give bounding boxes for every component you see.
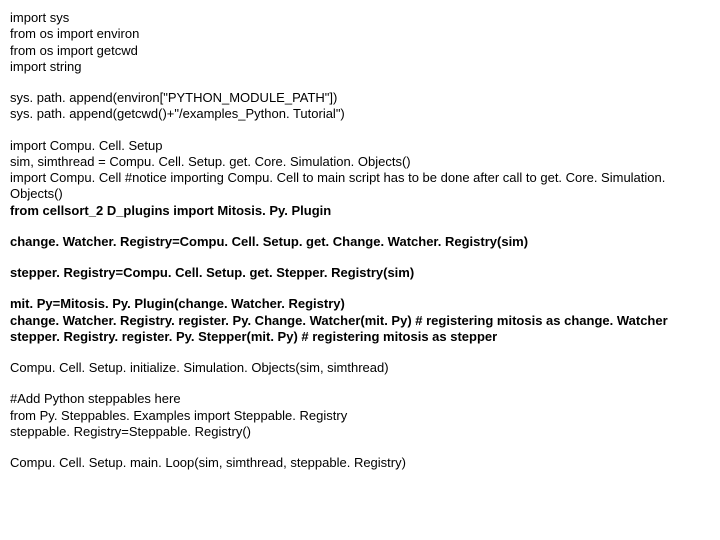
code-line: import string bbox=[10, 59, 710, 75]
code-line bbox=[10, 250, 710, 265]
code-line: #Add Python steppables here bbox=[10, 391, 710, 407]
code-line bbox=[10, 75, 710, 90]
code-line: from os import getcwd bbox=[10, 43, 710, 59]
code-line: stepper. Registry. register. Py. Stepper… bbox=[10, 329, 710, 345]
code-line: import Compu. Cell. Setup bbox=[10, 138, 710, 154]
code-line: import sys bbox=[10, 10, 710, 26]
code-line: Compu. Cell. Setup. main. Loop(sim, simt… bbox=[10, 455, 710, 471]
code-line bbox=[10, 281, 710, 296]
code-line: sim, simthread = Compu. Cell. Setup. get… bbox=[10, 154, 710, 170]
code-line bbox=[10, 345, 710, 360]
code-line bbox=[10, 376, 710, 391]
code-line: import Compu. Cell #notice importing Com… bbox=[10, 170, 710, 203]
code-line: steppable. Registry=Steppable. Registry(… bbox=[10, 424, 710, 440]
code-line: from Py. Steppables. Examples import Ste… bbox=[10, 408, 710, 424]
code-line: from os import environ bbox=[10, 26, 710, 42]
code-line: sys. path. append(environ["PYTHON_MODULE… bbox=[10, 90, 710, 106]
code-line bbox=[10, 440, 710, 455]
code-line: Compu. Cell. Setup. initialize. Simulati… bbox=[10, 360, 710, 376]
code-line: sys. path. append(getcwd()+"/examples_Py… bbox=[10, 106, 710, 122]
code-line bbox=[10, 123, 710, 138]
code-line: from cellsort_2 D_plugins import Mitosis… bbox=[10, 203, 710, 219]
code-block: import sysfrom os import environfrom os … bbox=[10, 10, 710, 471]
code-line: change. Watcher. Registry=Compu. Cell. S… bbox=[10, 234, 710, 250]
code-line: stepper. Registry=Compu. Cell. Setup. ge… bbox=[10, 265, 710, 281]
code-line bbox=[10, 219, 710, 234]
code-line: mit. Py=Mitosis. Py. Plugin(change. Watc… bbox=[10, 296, 710, 312]
code-line: change. Watcher. Registry. register. Py.… bbox=[10, 313, 710, 329]
